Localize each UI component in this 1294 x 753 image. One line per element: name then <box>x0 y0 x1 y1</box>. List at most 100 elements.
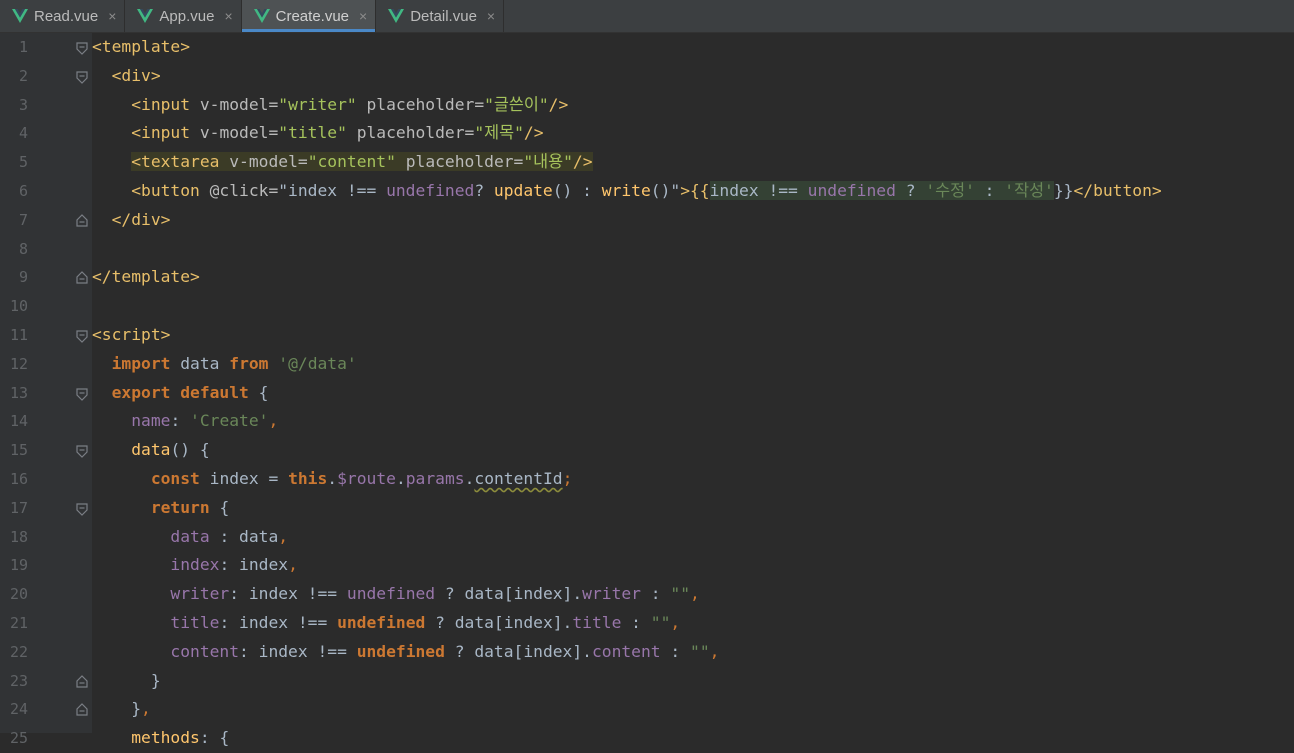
token-tag: <input <box>92 94 191 114</box>
token-tag: </template> <box>92 267 200 287</box>
token-tag: <template> <box>92 37 191 56</box>
line-number: 18 <box>9 527 28 546</box>
token-plain: : <box>974 181 1005 200</box>
code-line[interactable]: 11 <script> <box>0 321 1294 350</box>
code-text: export default { <box>92 379 269 408</box>
token-plain: : <box>170 411 191 431</box>
code-line[interactable]: 4 <input v-model="title" placeholder="제목… <box>0 119 1294 148</box>
tab-read-vue[interactable]: Read.vue × <box>0 0 126 32</box>
token-plain: () { <box>170 440 210 460</box>
code-line[interactable]: 15 data() { <box>0 436 1294 465</box>
code-text: }, <box>92 695 151 724</box>
code-line[interactable]: 12 import data from '@/data' <box>0 350 1294 379</box>
fold-open-icon[interactable] <box>74 328 90 344</box>
code-line[interactable]: 3 <input v-model="writer" placeholder="글… <box>0 91 1294 120</box>
code-line[interactable]: 23 } <box>0 667 1294 696</box>
tab-detail-vue[interactable]: Detail.vue × <box>376 0 505 32</box>
code-line[interactable]: 20 writer: index !== undefined ? data[in… <box>0 580 1294 609</box>
token-plain: : { <box>199 728 230 748</box>
token-keyword: undefined <box>807 181 896 200</box>
token-tag: <button <box>92 181 200 200</box>
token-punct: , <box>690 584 700 604</box>
close-icon[interactable]: × <box>224 8 232 24</box>
tab-create-vue[interactable]: Create.vue × <box>241 0 377 32</box>
line-number: 7 <box>18 210 28 229</box>
token-plain: . <box>327 469 338 488</box>
line-number: 23 <box>9 671 28 690</box>
token-tag: >{{ <box>680 181 710 200</box>
token-plain: } <box>92 670 161 690</box>
code-line[interactable]: 13 export default { <box>0 379 1294 408</box>
code-line[interactable]: 7 </div> <box>0 206 1294 235</box>
line-number: 22 <box>9 642 28 661</box>
token-property: data <box>170 526 210 546</box>
token-string: '@/data' <box>278 353 357 373</box>
fold-open-icon[interactable] <box>74 501 90 517</box>
code-line[interactable]: 16 const index = this.$route.params.cont… <box>0 465 1294 494</box>
token-plain: { <box>209 497 230 517</box>
vue-icon <box>253 9 270 23</box>
fold-open-icon[interactable] <box>74 386 90 402</box>
token-attr: v-model= <box>190 123 279 143</box>
fold-open-icon[interactable] <box>74 69 90 85</box>
fold-open-icon[interactable] <box>74 40 90 56</box>
code-text: return { <box>92 494 229 523</box>
code-line[interactable]: 22 content: index !== undefined ? data[i… <box>0 638 1294 667</box>
token-attr: @click= <box>199 181 279 200</box>
code-text: index: index, <box>92 551 297 580</box>
code-line[interactable]: 18 data : data, <box>0 523 1294 552</box>
token-string: "글쓴이" <box>484 94 549 114</box>
token-property: title <box>170 613 220 632</box>
fold-close-icon[interactable] <box>74 674 90 690</box>
token-punct: , <box>709 641 720 661</box>
close-icon[interactable]: × <box>359 8 367 24</box>
fold-close-icon[interactable] <box>74 270 90 286</box>
line-number: 15 <box>9 441 28 460</box>
line-number: 3 <box>18 95 28 114</box>
token-string: "" <box>670 584 691 604</box>
token-property: title <box>572 613 622 632</box>
code-line[interactable]: 10 <box>0 292 1294 321</box>
code-line[interactable]: 19 index: index, <box>0 551 1294 580</box>
close-icon[interactable]: × <box>108 8 116 24</box>
code-line[interactable]: 2 <div> <box>0 62 1294 91</box>
token-tag: <div> <box>92 65 161 85</box>
token-property: $route <box>337 469 396 488</box>
code-line[interactable]: 21 title: index !== undefined ? data[ind… <box>0 609 1294 638</box>
fold-open-icon[interactable] <box>74 443 90 459</box>
code-line[interactable]: 1 <template> <box>0 33 1294 62</box>
code-line[interactable]: 6 <button @click="index !== undefined? u… <box>0 177 1294 206</box>
code-line[interactable]: 5 <textarea v-model="content" placeholde… <box>0 148 1294 177</box>
token-string: '작성' <box>1004 181 1054 200</box>
line-number: 10 <box>9 297 28 316</box>
code-line[interactable]: 8 <box>0 235 1294 264</box>
close-icon[interactable]: × <box>487 8 495 24</box>
tab-label: Detail.vue <box>410 7 477 25</box>
code-line[interactable]: 17 return { <box>0 494 1294 523</box>
fold-close-icon[interactable] <box>74 702 90 718</box>
token-property: content <box>170 641 240 661</box>
code-line[interactable]: 25 methods: { <box>0 724 1294 753</box>
token-plain: : <box>641 584 671 604</box>
code-text: <template> <box>92 33 190 62</box>
code-line[interactable]: 9 </template> <box>0 263 1294 292</box>
tab-app-vue[interactable]: App.vue × <box>125 0 242 32</box>
code-line[interactable]: 24 }, <box>0 695 1294 724</box>
code-editor[interactable]: 1 <template> 2 <div> 3 <input v-model="w… <box>0 33 1294 747</box>
code-text: const index = this.$route.params.content… <box>92 465 573 494</box>
token-keyword: undefined <box>346 584 436 604</box>
code-text: writer: index !== undefined ? data[index… <box>92 580 700 609</box>
vertical-scrollbar[interactable] <box>1286 33 1294 733</box>
token-keyword: undefined <box>356 641 445 661</box>
line-number: 21 <box>9 614 28 632</box>
code-line[interactable]: 14 name: 'Create', <box>0 407 1294 436</box>
token-attr: v-model= <box>219 152 308 172</box>
line-number: 13 <box>9 383 28 402</box>
fold-close-icon[interactable] <box>74 213 90 229</box>
